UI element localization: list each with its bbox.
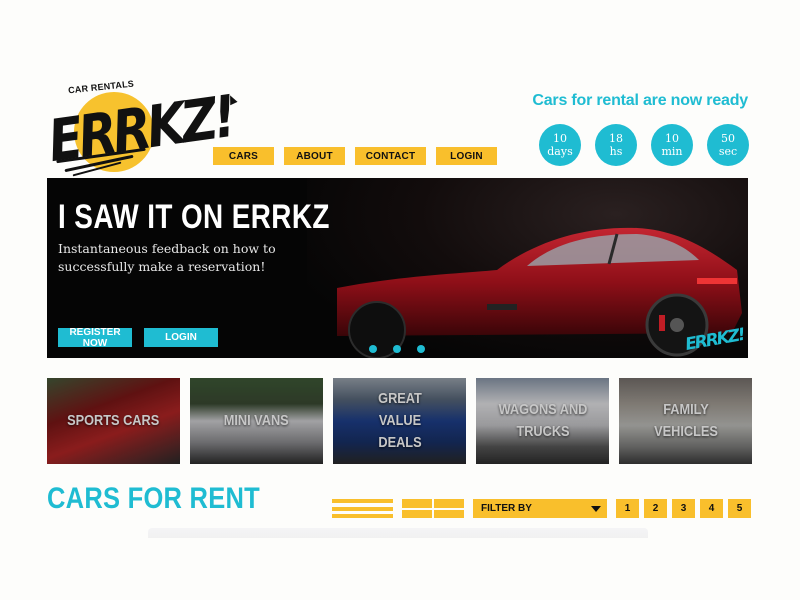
main-nav: CARS ABOUT CONTACT LOGIN — [213, 147, 497, 165]
countdown-unit: days — [547, 145, 573, 158]
category-sports-cars[interactable]: SPORTS CARS — [47, 378, 180, 464]
category-mini-vans[interactable]: MINI VANS — [190, 378, 323, 464]
brand-logo[interactable]: CAR RENTALS ERRKZ! — [44, 79, 237, 182]
countdown-unit: hs — [609, 145, 623, 158]
nav-contact-button[interactable]: CONTACT — [355, 147, 426, 165]
filter-by-dropdown[interactable]: FILTER BY — [473, 499, 607, 518]
countdown-timer: 10 days 18 hs 10 min 50 sec — [539, 124, 749, 166]
countdown-unit: min — [661, 145, 683, 158]
listing-card-top-edge — [148, 528, 648, 538]
hero-banner: I SAW IT ON ERRKZ Instantaneous feedback… — [47, 178, 748, 358]
pagination: 1 2 3 4 5 — [616, 499, 751, 518]
category-label: MINI VANS — [224, 412, 289, 429]
cars-for-rent-heading: CARS FOR RENT — [47, 482, 260, 515]
category-label: WAGONS AND TRUCKS — [498, 401, 587, 440]
grid-view-icon[interactable] — [402, 499, 464, 518]
nav-about-button[interactable]: ABOUT — [284, 147, 345, 165]
category-label: FAMILY VEHICLES — [653, 401, 718, 440]
page-button-3[interactable]: 3 — [672, 499, 695, 518]
nav-login-button[interactable]: LOGIN — [436, 147, 497, 165]
countdown-days: 10 days — [539, 124, 581, 166]
hero-subtitle: Instantaneous feedback on how to success… — [58, 241, 276, 274]
register-now-button[interactable]: REGISTER NOW — [58, 327, 132, 349]
caret-down-icon — [591, 505, 601, 512]
countdown-minutes: 10 min — [651, 124, 693, 166]
carousel-dot[interactable] — [393, 345, 401, 353]
page-button-5[interactable]: 5 — [728, 499, 751, 518]
category-family-vehicles[interactable]: FAMILY VEHICLES — [619, 378, 752, 464]
logo-wordmark: ERRKZ! — [44, 83, 237, 175]
countdown-value: 10 — [665, 132, 679, 145]
category-great-value-deals[interactable]: GREAT VALUE DEALS — [333, 378, 466, 464]
list-line — [332, 506, 393, 511]
page-button-2[interactable]: 2 — [644, 499, 667, 518]
page-button-4[interactable]: 4 — [700, 499, 723, 518]
grid-cell — [434, 509, 464, 518]
list-line — [332, 514, 393, 518]
list-line — [332, 499, 393, 503]
grid-cell — [402, 509, 432, 518]
countdown-value: 50 — [721, 132, 735, 145]
carousel-dots — [369, 345, 425, 353]
hero-title: I SAW IT ON ERRKZ — [58, 198, 330, 236]
countdown-seconds: 50 sec — [707, 124, 749, 166]
category-tiles: SPORTS CARS MINI VANS GREAT VALUE DEALS … — [47, 378, 752, 464]
nav-cars-button[interactable]: CARS — [213, 147, 274, 165]
hero-login-button[interactable]: LOGIN — [144, 328, 218, 347]
category-label: SPORTS CARS — [67, 412, 160, 429]
countdown-heading: Cars for rental are now ready — [532, 92, 748, 109]
countdown-unit: sec — [718, 145, 738, 158]
grid-cell — [402, 499, 432, 508]
grid-cell — [434, 499, 464, 508]
category-label: GREAT VALUE DEALS — [377, 390, 422, 451]
countdown-value: 10 — [553, 132, 567, 145]
page-button-1[interactable]: 1 — [616, 499, 639, 518]
countdown-value: 18 — [609, 132, 623, 145]
filter-label: FILTER BY — [481, 503, 532, 514]
carousel-dot[interactable] — [369, 345, 377, 353]
countdown-hours: 18 hs — [595, 124, 637, 166]
category-wagons-and-trucks[interactable]: WAGONS AND TRUCKS — [476, 378, 609, 464]
carousel-dot[interactable] — [417, 345, 425, 353]
list-view-icon[interactable] — [332, 499, 393, 518]
